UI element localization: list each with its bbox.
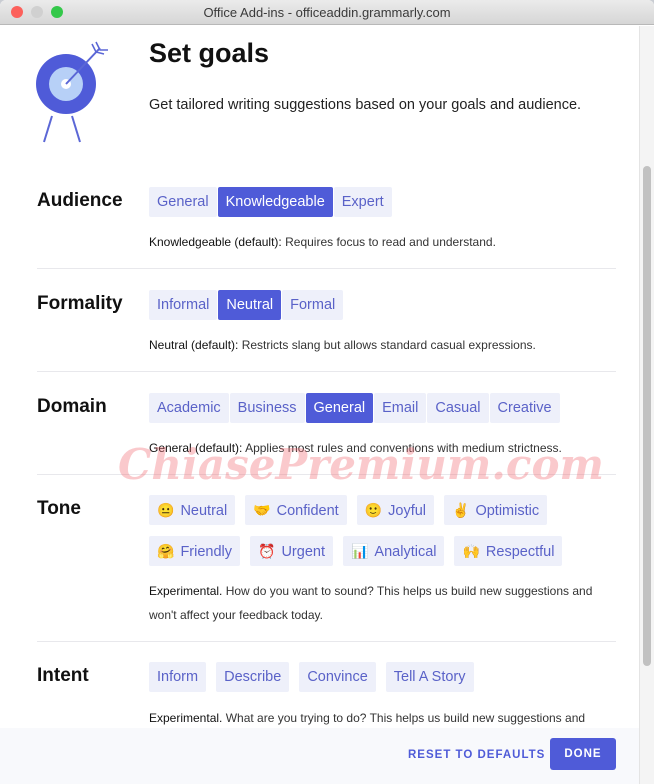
option-convince[interactable]: Convince xyxy=(299,662,376,692)
section-description: Experimental. What are you trying to do?… xyxy=(149,706,619,730)
option-general[interactable]: General xyxy=(149,187,217,217)
options-group: Academic Business General Email Casual Creati… xyxy=(149,393,619,423)
title-bar: Office Add-ins - officeaddin.grammarly.c… xyxy=(0,0,654,25)
option-optimistic[interactable]: ✌️ Optimistic xyxy=(444,495,548,525)
respectful-emoji-icon: 🙌 xyxy=(462,543,480,559)
neutral-emoji-icon: 😐 xyxy=(157,502,175,518)
divider xyxy=(37,474,616,475)
section-label: Tone xyxy=(37,498,81,519)
footer: RESET TO DEFAULTS DONE xyxy=(0,728,640,784)
options-group: General Knowledgeable Expert xyxy=(149,187,619,217)
option-label: Neutral xyxy=(226,297,274,313)
option-inform[interactable]: Inform xyxy=(149,662,207,692)
option-label: Analytical xyxy=(374,544,437,560)
optimistic-emoji-icon: ✌️ xyxy=(452,502,470,518)
option-label: Convince xyxy=(307,669,368,685)
options-group: Informal Neutral Formal xyxy=(149,290,619,320)
section-label: Domain xyxy=(37,396,107,417)
option-formal[interactable]: Formal xyxy=(282,290,344,320)
section-label: Intent xyxy=(37,665,89,686)
option-label: Tell A Story xyxy=(393,669,466,685)
option-friendly[interactable]: 🤗 Friendly xyxy=(149,536,241,566)
option-respectful[interactable]: 🙌 Respectful xyxy=(454,536,563,566)
description-lead: Experimental. xyxy=(149,584,223,598)
option-label: Neutral xyxy=(180,503,228,519)
description-lead: Neutral (default): xyxy=(149,338,239,352)
option-informal[interactable]: Informal xyxy=(149,290,218,320)
options-group: 😐 Neutral 🤝 Confident 🙂 Joyful ✌️ Optimistic 🤗 Fr… xyxy=(149,495,619,566)
divider xyxy=(37,268,616,269)
option-describe[interactable]: Describe xyxy=(216,662,290,692)
option-label: Inform xyxy=(157,669,199,685)
option-neutral[interactable]: Neutral xyxy=(218,290,282,320)
section-description: Experimental. How do you want to sound? … xyxy=(149,579,619,627)
page-title: Set goals xyxy=(149,38,270,68)
option-label: Urgent xyxy=(281,544,325,560)
option-email[interactable]: Email xyxy=(374,393,427,423)
section-description: Neutral (default): Restricts slang but a… xyxy=(149,333,619,357)
section-description: Knowledgeable (default): Requires focus … xyxy=(149,230,619,254)
option-label: Confident xyxy=(276,503,339,519)
description-text: Applies most rules and conventions with … xyxy=(242,441,562,455)
description-lead: General (default): xyxy=(149,441,243,455)
option-label: Email xyxy=(382,400,419,416)
scrollbar-thumb[interactable] xyxy=(643,166,651,666)
scrollbar[interactable] xyxy=(639,26,654,784)
urgent-emoji-icon: ⏰ xyxy=(258,543,276,559)
done-button[interactable]: DONE xyxy=(550,738,616,770)
option-business[interactable]: Business xyxy=(229,393,305,423)
option-analytical[interactable]: 📊 Analytical xyxy=(342,536,445,566)
option-label: Casual xyxy=(435,400,481,416)
option-label: Joyful xyxy=(388,503,427,519)
option-confident[interactable]: 🤝 Confident xyxy=(245,495,347,525)
section-label: Formality xyxy=(37,293,123,314)
option-label: Creative xyxy=(497,400,552,416)
close-window-button[interactable] xyxy=(11,6,23,18)
window-title: Office Add-ins - officeaddin.grammarly.c… xyxy=(203,5,451,20)
confident-emoji-icon: 🤝 xyxy=(253,502,271,518)
option-academic[interactable]: Academic xyxy=(149,393,229,423)
option-casual[interactable]: Casual xyxy=(427,393,489,423)
option-label: Academic xyxy=(157,400,221,416)
description-lead: Knowledgeable (default): xyxy=(149,235,282,249)
option-label: Expert xyxy=(341,194,384,210)
divider xyxy=(37,641,616,642)
option-neutral[interactable]: 😐 Neutral xyxy=(149,495,236,525)
option-label: General xyxy=(157,194,209,210)
option-label: Friendly xyxy=(180,544,233,560)
option-label: Respectful xyxy=(485,544,555,560)
option-label: Business xyxy=(237,400,297,416)
section-description: General (default): Applies most rules an… xyxy=(149,436,619,460)
joyful-emoji-icon: 🙂 xyxy=(364,502,383,518)
target-icon xyxy=(34,38,114,153)
section-label: Audience xyxy=(37,190,123,211)
option-label: Formal xyxy=(290,297,336,313)
option-urgent[interactable]: ⏰ Urgent xyxy=(250,536,333,566)
description-text: Requires focus to read and understand. xyxy=(281,235,496,249)
friendly-emoji-icon: 🤗 xyxy=(157,543,175,559)
option-label: General xyxy=(313,400,366,416)
option-creative[interactable]: Creative xyxy=(489,393,560,423)
analytical-emoji-icon: 📊 xyxy=(350,543,369,559)
option-label: Informal xyxy=(157,297,210,313)
zoom-window-button[interactable] xyxy=(51,6,63,18)
option-label: Optimistic xyxy=(475,503,540,519)
option-tell-a-story[interactable]: Tell A Story xyxy=(385,662,474,692)
reset-to-defaults-button[interactable]: RESET TO DEFAULTS xyxy=(408,749,545,761)
minimize-window-button[interactable] xyxy=(31,6,43,18)
page-subtitle: Get tailored writing suggestions based o… xyxy=(149,97,582,113)
description-text: What are you trying to do? This helps us… xyxy=(222,711,586,725)
option-general[interactable]: General xyxy=(305,393,374,423)
options-group: Inform Describe Convince Tell A Story xyxy=(149,662,619,692)
option-knowledgeable[interactable]: Knowledgeable xyxy=(217,187,333,217)
description-text: Restricts slang but allows standard casu… xyxy=(238,338,536,352)
option-joyful[interactable]: 🙂 Joyful xyxy=(356,495,435,525)
add-in-window: Office Add-ins - officeaddin.grammarly.c… xyxy=(0,0,654,784)
option-expert[interactable]: Expert xyxy=(333,187,392,217)
divider xyxy=(37,371,616,372)
option-label: Knowledgeable xyxy=(225,194,325,210)
option-label: Describe xyxy=(224,669,282,685)
description-lead: Experimental. xyxy=(149,711,223,725)
